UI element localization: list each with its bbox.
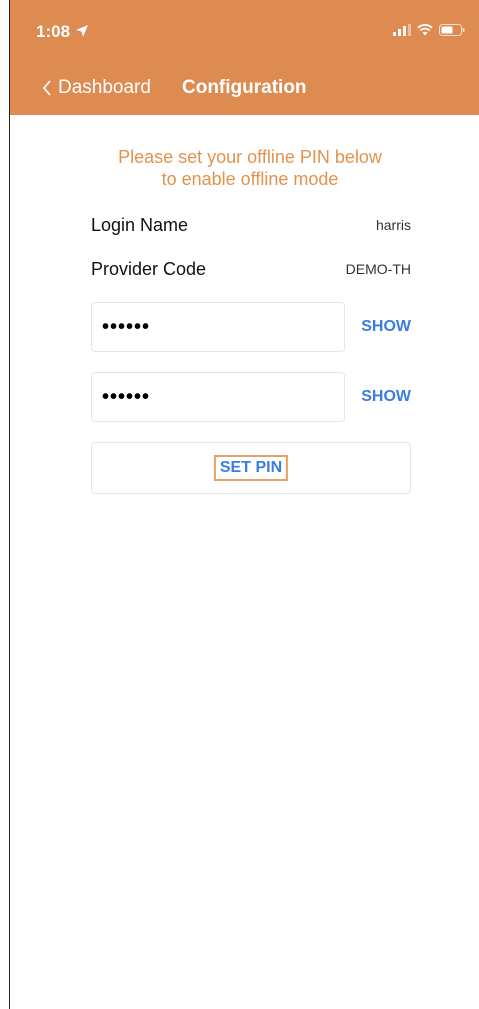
page-title: Configuration (182, 77, 307, 98)
set-pin-button[interactable]: SET PIN (91, 442, 411, 494)
login-name-value: harris (375, 217, 411, 233)
provider-code-value: DEMO-TH (345, 261, 411, 277)
offline-pin-message: Please set your offline PIN below to ena… (80, 146, 420, 190)
battery-icon (439, 24, 465, 36)
configuration-screen: 1:08 Dashboard Configuration Please set … (0, 0, 479, 1009)
status-bar: 1:08 (10, 0, 479, 62)
provider-code-row: Provider Code DEMO-TH (91, 255, 411, 283)
confirm-pin-field-container (91, 372, 345, 422)
pin-input[interactable] (92, 303, 344, 351)
wifi-icon (417, 24, 433, 36)
status-icons (393, 24, 465, 36)
login-name-label: Login Name (91, 215, 189, 235)
pin-field-container (91, 302, 345, 352)
show-pin-button[interactable]: SHOW (351, 302, 411, 352)
back-button-label: Dashboard (58, 77, 151, 98)
confirm-pin-input[interactable] (92, 373, 344, 421)
left-edge-divider (9, 0, 10, 1009)
login-name-row: Login Name harris (91, 211, 411, 239)
back-button[interactable]: Dashboard (42, 74, 151, 102)
nav-bar: Dashboard Configuration (10, 62, 479, 115)
chevron-left-icon (42, 80, 51, 96)
message-line-1: Please set your offline PIN below (118, 147, 382, 167)
show-confirm-pin-button[interactable]: SHOW (351, 372, 411, 422)
location-arrow-icon (76, 25, 88, 37)
status-time: 1:08 (36, 22, 71, 41)
header: 1:08 Dashboard Configuration (10, 0, 479, 115)
set-pin-label: SET PIN (213, 455, 289, 481)
signal-icon (393, 24, 411, 36)
provider-code-label: Provider Code (91, 259, 207, 279)
message-line-2: to enable offline mode (161, 169, 339, 189)
